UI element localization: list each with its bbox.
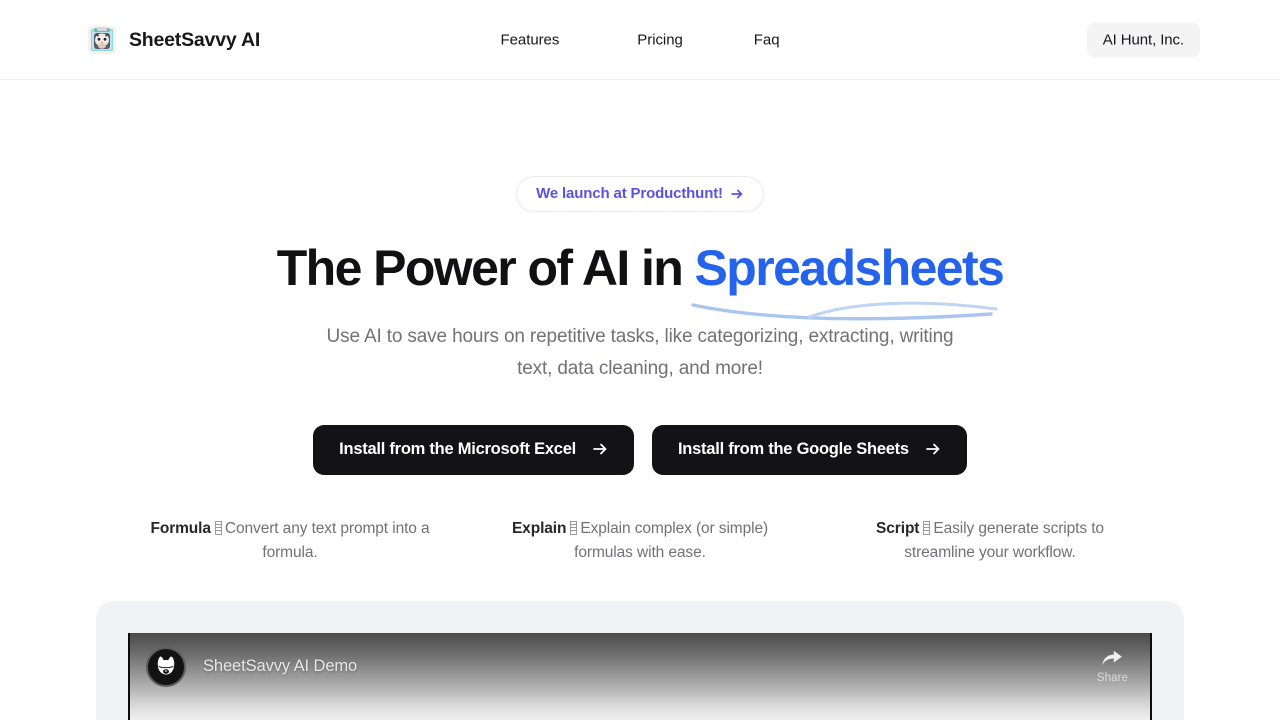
- feature-term: Explain: [511, 519, 567, 537]
- feature-blurb-script: Script Easily generate scripts to streaml…: [840, 517, 1140, 565]
- install-excel-button[interactable]: Install from the Microsoft Excel: [313, 424, 634, 475]
- cta-button-row: Install from the Microsoft Excel Install…: [0, 424, 1280, 475]
- feature-blurb-formula: Formula Convert any text prompt into a fo…: [140, 517, 440, 565]
- missing-glyph-icon: [923, 520, 931, 535]
- site-header: SheetSavvy AI Features Pricing Faq AI Hu…: [0, 0, 1280, 80]
- missing-glyph-icon: [214, 520, 222, 535]
- share-button[interactable]: Share: [1097, 649, 1134, 684]
- video-title: SheetSavvy AI Demo: [203, 657, 358, 675]
- nav-link-pricing[interactable]: Pricing: [637, 26, 683, 55]
- feature-blurb-explain: Explain Explain complex (or simple) formu…: [490, 517, 790, 565]
- share-button-label: Share: [1096, 672, 1128, 684]
- ai-hunt-button[interactable]: AI Hunt, Inc.: [1086, 22, 1200, 58]
- install-google-sheets-button-label: Install from the Google Sheets: [677, 439, 909, 458]
- hero-subheadline: Use AI to save hours on repetitive tasks…: [326, 325, 954, 379]
- missing-glyph-icon: [570, 520, 578, 535]
- page-title: The Power of AI in Spreadsheets: [0, 240, 1280, 320]
- video-player-topbar: SheetSavvy AI Demo Share: [146, 646, 1134, 687]
- producthunt-launch-badge-label: We launch at Producthunt!: [536, 185, 723, 202]
- nav-link-faq[interactable]: Faq: [754, 26, 780, 55]
- hero-section: We launch at Producthunt! The Power of A…: [0, 80, 1280, 720]
- sheetsavvy-mascot-logo-icon: [88, 26, 116, 54]
- headline-accent-wrapper: Spreadsheets: [690, 240, 1005, 320]
- share-arrow-icon: [1101, 649, 1123, 667]
- producthunt-launch-badge[interactable]: We launch at Producthunt!: [516, 176, 764, 212]
- feature-term: Formula: [150, 519, 211, 537]
- arrow-right-icon: [925, 441, 941, 457]
- nav-link-features[interactable]: Features: [501, 26, 560, 55]
- arrow-right-icon: [592, 441, 608, 457]
- install-excel-button-label: Install from the Microsoft Excel: [339, 439, 576, 458]
- feature-description: Explain complex (or simple) formulas wit…: [574, 519, 769, 561]
- feature-blurb-row: Formula Convert any text prompt into a fo…: [140, 517, 1140, 565]
- feature-term: Script: [876, 519, 920, 537]
- install-google-sheets-button[interactable]: Install from the Google Sheets: [651, 424, 967, 475]
- cat-face-avatar-icon: [146, 646, 186, 687]
- headline-accent-text: Spreadsheets: [694, 240, 1005, 296]
- main-nav: Features Pricing Faq: [501, 26, 780, 55]
- headline-lead: The Power of AI in: [276, 240, 695, 296]
- arrow-right-icon: [730, 187, 744, 201]
- demo-video-card: SheetSavvy AI Demo Share: [96, 600, 1184, 720]
- brand-name: SheetSavvy AI: [129, 28, 261, 51]
- feature-description: Convert any text prompt into a formula.: [224, 519, 430, 561]
- header-inner: SheetSavvy AI Features Pricing Faq AI Hu…: [0, 0, 1280, 80]
- feature-description: Easily generate scripts to streamline yo…: [904, 519, 1104, 561]
- brand-logo-link[interactable]: SheetSavvy AI: [88, 26, 260, 54]
- video-player[interactable]: SheetSavvy AI Demo Share: [128, 632, 1152, 720]
- video-channel[interactable]: SheetSavvy AI Demo: [146, 646, 358, 687]
